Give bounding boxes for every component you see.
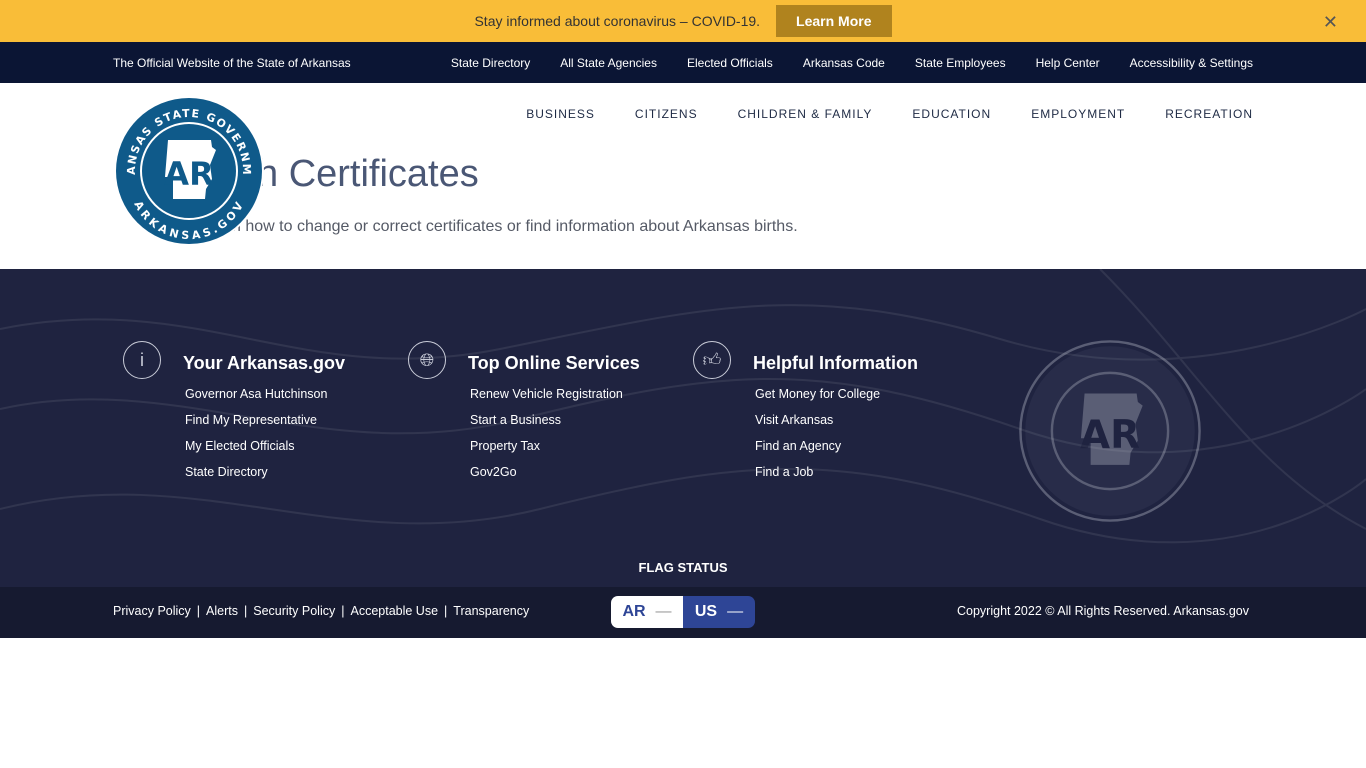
footer-link[interactable]: Start a Business [470,413,670,439]
header: ARKANSAS STATE GOVERNMENT ARKANSAS.GOV A… [0,83,1366,269]
footer-link[interactable]: Renew Vehicle Registration [470,387,670,413]
topbar-link[interactable]: Accessibility & Settings [1130,56,1253,70]
footer-link[interactable]: Governor Asa Hutchinson [185,387,385,413]
privacy-policy-link[interactable]: Privacy Policy [113,604,191,618]
footer-link[interactable]: My Elected Officials [185,439,385,465]
covid-banner: Stay informed about coronavirus – COVID-… [0,0,1366,42]
nav-employment[interactable]: EMPLOYMENT [1031,107,1125,121]
footer-link[interactable]: Visit Arkansas [755,413,955,439]
globe-icon: 🌐︎ [408,341,446,379]
nav-education[interactable]: EDUCATION [912,107,991,121]
footer-seal-logo: AR [1019,340,1201,522]
site-tagline: The Official Website of the State of Ark… [113,55,351,70]
security-policy-link[interactable]: Security Policy [253,604,335,618]
arkansas-logo[interactable]: ARKANSAS STATE GOVERNMENT ARKANSAS.GOV A… [113,95,265,247]
close-icon[interactable]: ✕ [1323,12,1338,33]
footer-link[interactable]: Property Tax [470,439,670,465]
topbar-link[interactable]: All State Agencies [560,56,657,70]
copyright: Copyright 2022 © All Rights Reserved. Ar… [957,604,1249,618]
topbar-link[interactable]: Arkansas Code [803,56,885,70]
topbar-link[interactable]: Help Center [1036,56,1100,70]
flag-us-state: — [727,603,744,620]
learn-more-button[interactable]: Learn More [776,5,892,37]
footer-link[interactable]: Gov2Go [470,465,670,491]
nav-business[interactable]: BUSINESS [526,107,595,121]
flag-us-label: US [694,603,718,620]
column-title: Helpful Information [753,353,918,373]
page-subtitle: Learn how to change or correct certifica… [200,218,798,235]
acceptable-use-link[interactable]: Acceptable Use [350,604,438,618]
transparency-link[interactable]: Transparency [453,604,529,618]
topbar-link[interactable]: State Employees [915,56,1006,70]
flag-ar-state: — [655,603,672,620]
info-icon: i [123,341,161,379]
column-title: Your Arkansas.gov [183,353,346,373]
nav-children-family[interactable]: CHILDREN & FAMILY [738,107,873,121]
banner-text: Stay informed about coronavirus – COVID-… [474,13,761,29]
nav-recreation[interactable]: RECREATION [1165,107,1253,121]
flag-us[interactable]: US — [683,596,755,628]
bottom-bar: Privacy Policy | Alerts | Security Policy |… [0,587,1366,638]
footer: i Your Arkansas.gov Governor Asa Hutchin… [0,269,1366,587]
svg-text:AR: AR [1080,413,1140,458]
topbar-link[interactable]: State Directory [451,56,530,70]
footer-link[interactable]: State Directory [185,465,385,491]
footer-link[interactable]: Find My Representative [185,413,385,439]
flag-status-toggle[interactable]: AR — US — [611,596,755,628]
topbar-link[interactable]: Elected Officials [687,56,773,70]
nav-citizens[interactable]: CITIZENS [635,107,698,121]
thumbs-up-icon: 👍︎ [693,341,731,379]
flag-ar[interactable]: AR — [611,596,683,628]
alerts-link[interactable]: Alerts [206,604,238,618]
main-nav: BUSINESS CITIZENS CHILDREN & FAMILY EDUC… [526,107,1253,121]
top-bar: The Official Website of the State of Ark… [0,42,1366,83]
flag-status-label: FLAG STATUS [638,560,728,575]
footer-link[interactable]: Find an Agency [755,439,955,465]
flag-ar-label: AR [622,603,646,620]
footer-link[interactable]: Find a Job [755,465,955,491]
svg-text:AR: AR [164,155,213,193]
footer-link[interactable]: Get Money for College [755,387,955,413]
column-title: Top Online Services [468,353,640,373]
